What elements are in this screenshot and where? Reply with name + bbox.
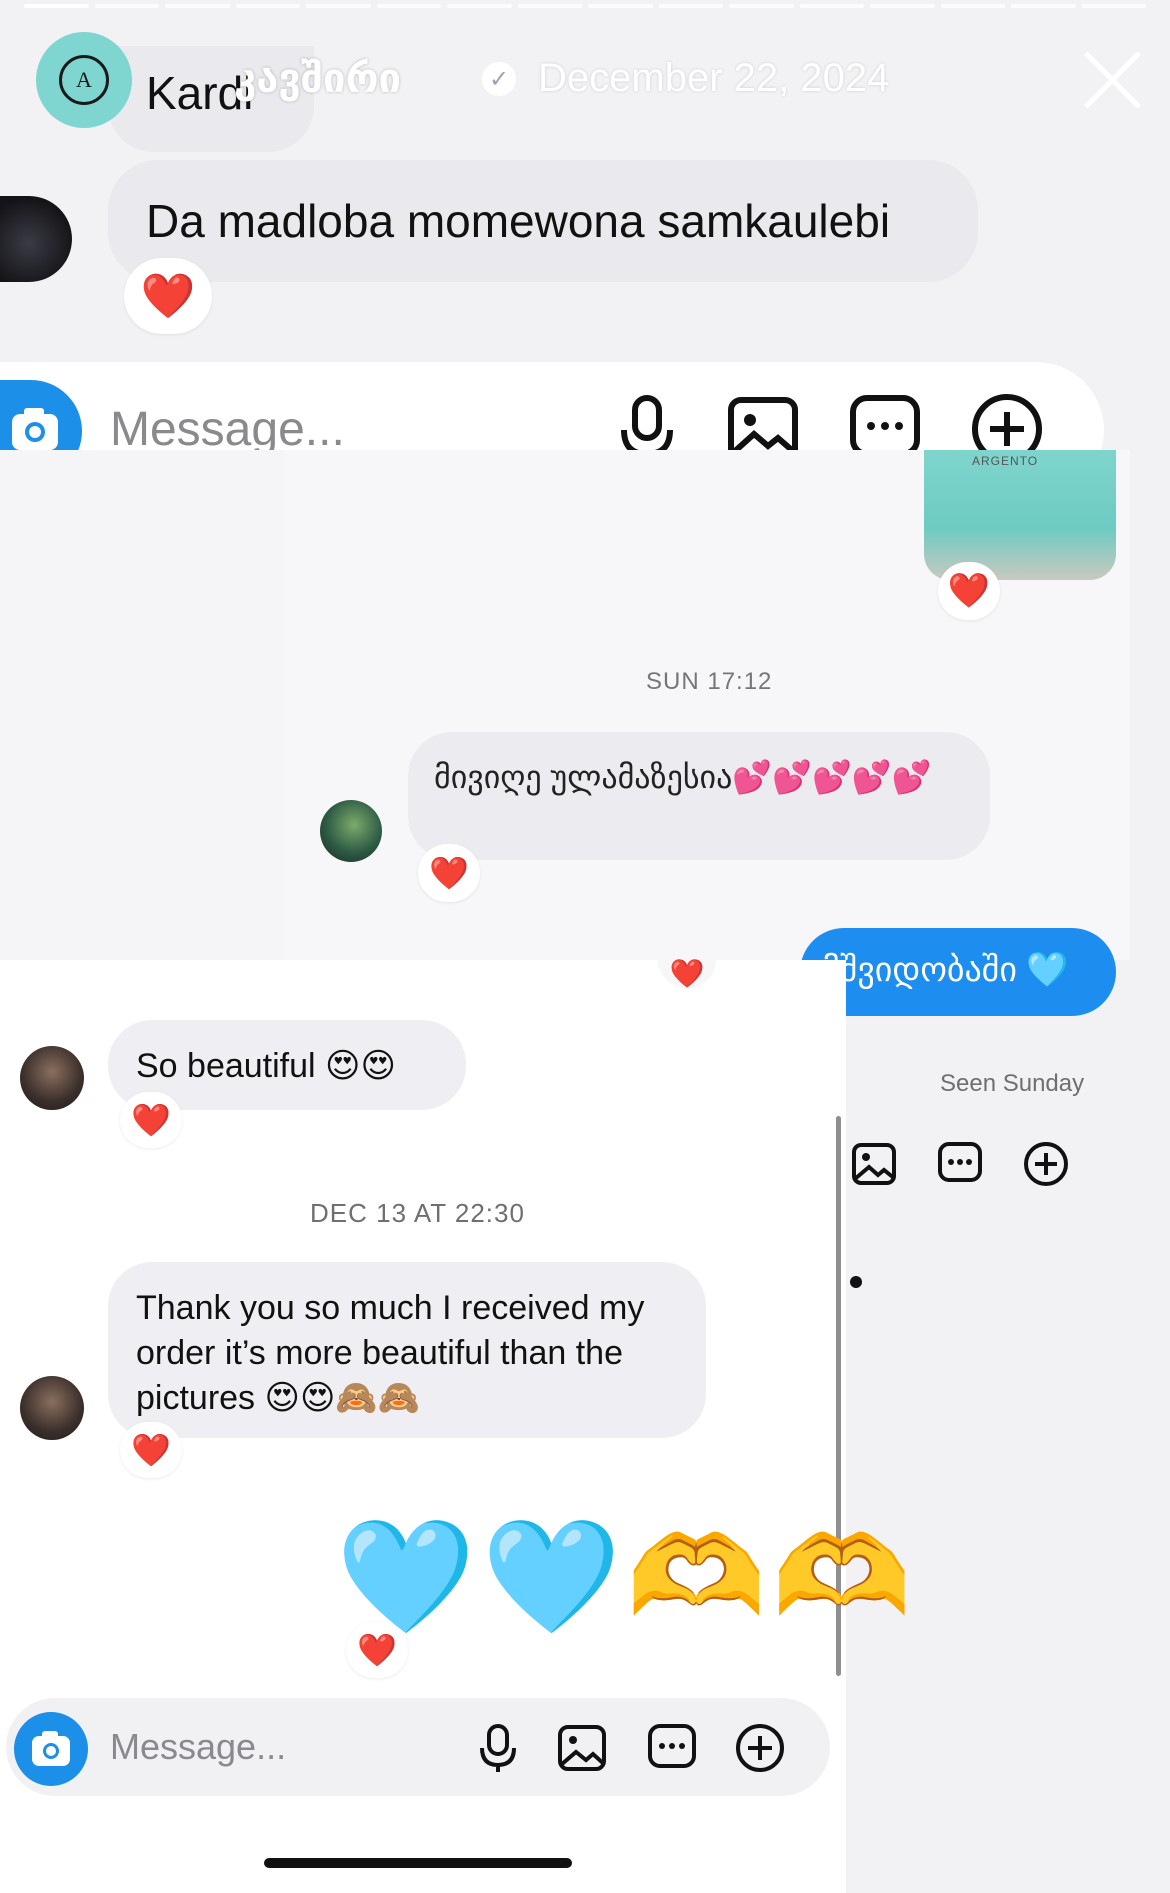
sender-avatar[interactable] [0, 196, 72, 282]
sender-avatar[interactable] [20, 1376, 84, 1440]
progress-segment [306, 4, 371, 8]
message-input-placeholder[interactable]: Message... [110, 402, 345, 457]
sender-avatar[interactable] [20, 1046, 84, 1110]
progress-segment [729, 4, 794, 8]
message-text: So beautiful 😍😍 [136, 1047, 396, 1085]
message-bubble[interactable]: Da madloba momewona samkaulebi [108, 160, 978, 282]
gallery-icon[interactable] [726, 392, 800, 452]
product-photo[interactable] [924, 450, 1116, 580]
story-progress-bar [24, 4, 1146, 8]
gallery-icon[interactable] [556, 1722, 608, 1774]
heart-reaction[interactable]: ❤️ [124, 258, 212, 334]
message-text: Thank you so much I received my order it… [136, 1289, 645, 1417]
plus-circle-icon[interactable] [970, 392, 1044, 452]
progress-segment [517, 4, 582, 8]
microphone-icon[interactable] [610, 392, 684, 452]
sticker-chat-icon[interactable] [936, 1140, 984, 1188]
heart-reaction[interactable]: ❤️ [120, 1422, 182, 1478]
sticker-chat-icon[interactable] [848, 392, 922, 452]
gallery-icon[interactable] [850, 1140, 898, 1188]
message-input-placeholder[interactable]: Message... [110, 1726, 286, 1768]
emoji-message[interactable]: 🩵🩵🫶🫶 [336, 1512, 918, 1643]
plus-circle-icon[interactable] [734, 1722, 786, 1774]
heart-reaction[interactable]: ❤️ [346, 1622, 408, 1678]
brand-logo-icon: A [59, 55, 109, 105]
progress-segment [588, 4, 653, 8]
heart-reaction[interactable]: ❤️ [418, 844, 480, 902]
screenshot-background [0, 450, 284, 960]
story-date: December 22, 2024 [538, 56, 890, 100]
message-timestamp: DEC 13 AT 22:30 [310, 1198, 525, 1228]
home-indicator [264, 1858, 572, 1868]
message-text: მივიღე ულამაზესია💕💕💕💕💕 [434, 759, 932, 795]
progress-segment [870, 4, 935, 8]
heart-reaction[interactable]: ❤️ [120, 1092, 182, 1148]
product-photo-label: ARGENTO [972, 454, 1039, 468]
progress-segment [940, 4, 1005, 8]
typing-dot [850, 1276, 862, 1288]
progress-segment [235, 4, 300, 8]
heart-reaction[interactable]: ❤️ [938, 562, 1000, 620]
progress-segment [24, 4, 89, 8]
camera-icon [32, 1731, 70, 1766]
message-text: მშვიდობაში 🩵 [822, 951, 1069, 989]
progress-segment [165, 4, 230, 8]
progress-segment [447, 4, 512, 8]
progress-segment [658, 4, 723, 8]
message-text: Da madloba momewona samkaulebi [146, 195, 891, 247]
sticker-chat-icon[interactable] [646, 1722, 698, 1774]
verified-badge-icon: ✓ [482, 62, 516, 96]
story-username[interactable]: კავშირი [234, 56, 401, 102]
progress-segment [376, 4, 441, 8]
message-timestamp: SUN 17:12 [646, 668, 773, 695]
plus-circle-icon[interactable] [1022, 1140, 1070, 1188]
sender-avatar[interactable] [320, 800, 382, 862]
progress-segment [1011, 4, 1076, 8]
message-bubble[interactable]: მივიღე ულამაზესია💕💕💕💕💕 [408, 732, 990, 860]
progress-segment [1081, 4, 1146, 8]
outgoing-message-bubble[interactable]: მშვიდობაში 🩵 [800, 928, 1116, 1016]
progress-segment [799, 4, 864, 8]
progress-segment [94, 4, 159, 8]
seen-status: Seen Sunday [940, 1070, 1085, 1097]
camera-button[interactable] [14, 1712, 88, 1786]
message-bubble[interactable]: Thank you so much I received my order it… [108, 1262, 706, 1438]
story-profile-avatar[interactable]: A [36, 32, 132, 128]
close-icon[interactable] [1080, 48, 1144, 112]
microphone-icon[interactable] [472, 1722, 524, 1774]
